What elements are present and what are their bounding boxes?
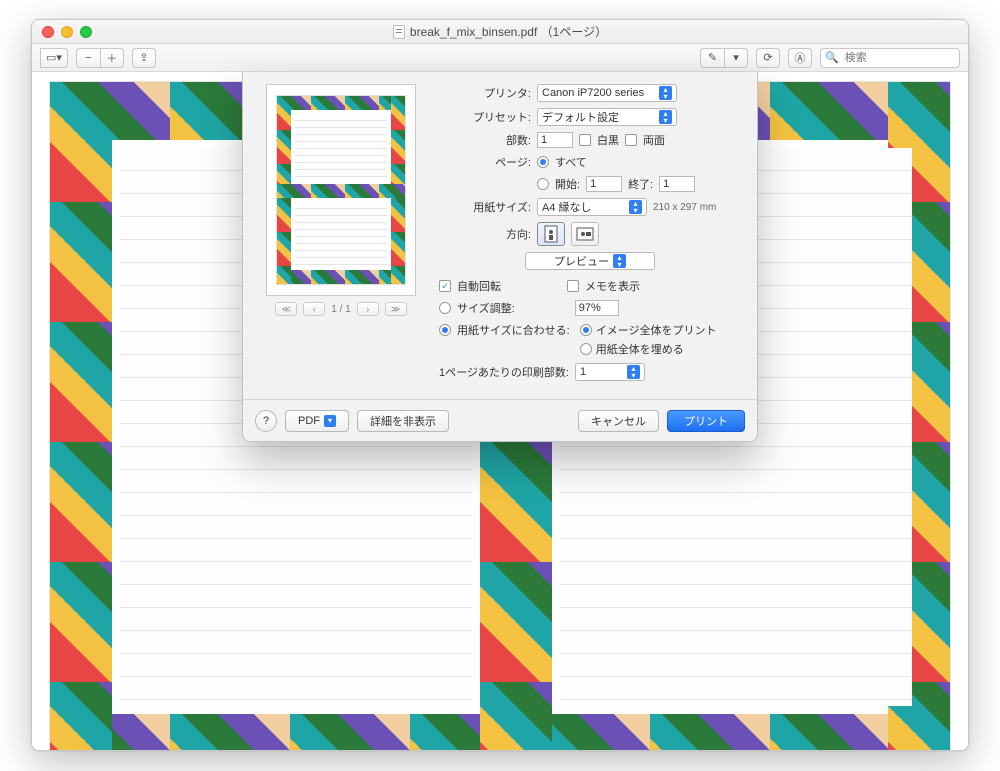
pages-range-radio[interactable] xyxy=(537,178,549,190)
papersize-label: 用紙サイズ: xyxy=(439,199,531,215)
pager-next-button[interactable]: › xyxy=(357,302,379,316)
copies-label: 部数: xyxy=(439,132,531,148)
preview-window: break_f_mix_binsen.pdf （1ページ） ▭▾ − ＋ ⇪ ✎… xyxy=(31,19,969,751)
scale-adjust-radio[interactable] xyxy=(439,302,451,314)
chevron-updown-icon xyxy=(659,86,672,100)
preset-label: プリセット: xyxy=(439,109,531,125)
window-title: break_f_mix_binsen.pdf （1ページ） xyxy=(410,23,607,40)
copies-input[interactable]: 1 xyxy=(537,132,573,148)
pager-position: 1 / 1 xyxy=(331,304,350,315)
auto-rotate-checkbox[interactable] xyxy=(439,280,451,292)
pages-to-label: 終了: xyxy=(628,176,653,192)
pages-to-input[interactable]: 1 xyxy=(659,176,695,192)
landscape-icon xyxy=(576,227,594,241)
zoom-out-button[interactable]: − xyxy=(76,48,100,68)
scale-adjust-label: サイズ調整: xyxy=(457,300,515,316)
print-whole-image-radio[interactable] xyxy=(580,324,592,336)
cancel-button[interactable]: キャンセル xyxy=(578,410,659,432)
window-titlebar: break_f_mix_binsen.pdf （1ページ） xyxy=(32,20,968,44)
print-preview-pager: ≪ ‹ 1 / 1 › ≫ xyxy=(275,302,406,316)
orientation-landscape-button[interactable] xyxy=(571,222,599,246)
print-button[interactable]: プリント xyxy=(667,410,745,432)
sidebar-toggle-button[interactable]: ▭▾ xyxy=(40,48,68,68)
bw-checkbox[interactable] xyxy=(579,134,591,146)
scale-pct-input[interactable]: 97% xyxy=(575,300,619,316)
pdf-menu-button[interactable]: PDF xyxy=(285,410,349,432)
pages-all-label: すべて xyxy=(555,154,587,170)
search-icon: 🔍 xyxy=(825,51,839,64)
maximize-window-button[interactable] xyxy=(80,26,92,38)
print-dialog: ≪ ‹ 1 / 1 › ≫ プリンタ: Canon iP7200 series … xyxy=(242,72,758,442)
traffic-lights xyxy=(42,26,92,38)
minimize-window-button[interactable] xyxy=(61,26,73,38)
pager-first-button[interactable]: ≪ xyxy=(275,302,297,316)
chevron-updown-icon xyxy=(629,200,642,214)
show-notes-checkbox[interactable] xyxy=(567,280,579,292)
bw-label: 白黒 xyxy=(597,132,619,148)
portrait-icon xyxy=(544,225,558,243)
duplex-checkbox[interactable] xyxy=(625,134,637,146)
markup-button[interactable]: Ⓐ xyxy=(788,48,812,68)
pages-from-input[interactable]: 1 xyxy=(586,176,622,192)
copies-per-page-label: 1ページあたりの印刷部数: xyxy=(439,364,569,380)
pager-last-button[interactable]: ≫ xyxy=(385,302,407,316)
chevron-updown-icon xyxy=(627,365,640,379)
chevron-updown-icon xyxy=(613,254,626,268)
dialog-footer: ? PDF 詳細を非表示 キャンセル プリント xyxy=(243,399,757,441)
copies-per-page-select[interactable]: 1 xyxy=(575,363,645,381)
zoom-in-button[interactable]: ＋ xyxy=(100,48,124,68)
pager-prev-button[interactable]: ‹ xyxy=(303,302,325,316)
fill-paper-label: 用紙全体を埋める xyxy=(596,341,684,357)
rotate-button[interactable]: ⟳ xyxy=(756,48,780,68)
orientation-portrait-button[interactable] xyxy=(537,222,565,246)
document-icon xyxy=(393,25,405,39)
duplex-label: 両面 xyxy=(643,132,665,148)
annotate-menu-button[interactable]: ▾ xyxy=(724,48,748,68)
papersize-select[interactable]: A4 縁なし xyxy=(537,198,647,216)
printer-select[interactable]: Canon iP7200 series xyxy=(537,84,677,102)
close-window-button[interactable] xyxy=(42,26,54,38)
help-button[interactable]: ? xyxy=(255,410,277,432)
fill-paper-radio[interactable] xyxy=(580,343,592,355)
print-preview-thumbnail xyxy=(266,84,416,296)
show-notes-label: メモを表示 xyxy=(585,278,640,294)
toolbar: ▭▾ − ＋ ⇪ ✎ ▾ ⟳ Ⓐ 🔍 xyxy=(32,44,968,72)
orientation-label: 方向: xyxy=(439,226,531,242)
share-button[interactable]: ⇪ xyxy=(132,48,156,68)
annotate-button[interactable]: ✎ xyxy=(700,48,724,68)
preset-select[interactable]: デフォルト設定 xyxy=(537,108,677,126)
hide-details-button[interactable]: 詳細を非表示 xyxy=(357,410,449,432)
pages-from-label: 開始: xyxy=(555,176,580,192)
section-select[interactable]: プレビュー xyxy=(525,252,655,270)
search-input[interactable] xyxy=(843,51,955,65)
papersize-dim: 210 x 297 mm xyxy=(653,202,716,213)
auto-rotate-label: 自動回転 xyxy=(457,278,501,294)
fit-paper-label: 用紙サイズに合わせる: xyxy=(457,322,570,338)
search-field[interactable]: 🔍 xyxy=(820,48,960,68)
printer-label: プリンタ: xyxy=(439,85,531,101)
chevron-updown-icon xyxy=(659,110,672,124)
print-whole-image-label: イメージ全体をプリント xyxy=(596,322,717,338)
chevron-down-icon xyxy=(324,415,336,427)
pages-all-radio[interactable] xyxy=(537,156,549,168)
fit-paper-radio[interactable] xyxy=(439,324,451,336)
pages-label: ページ: xyxy=(439,154,531,170)
